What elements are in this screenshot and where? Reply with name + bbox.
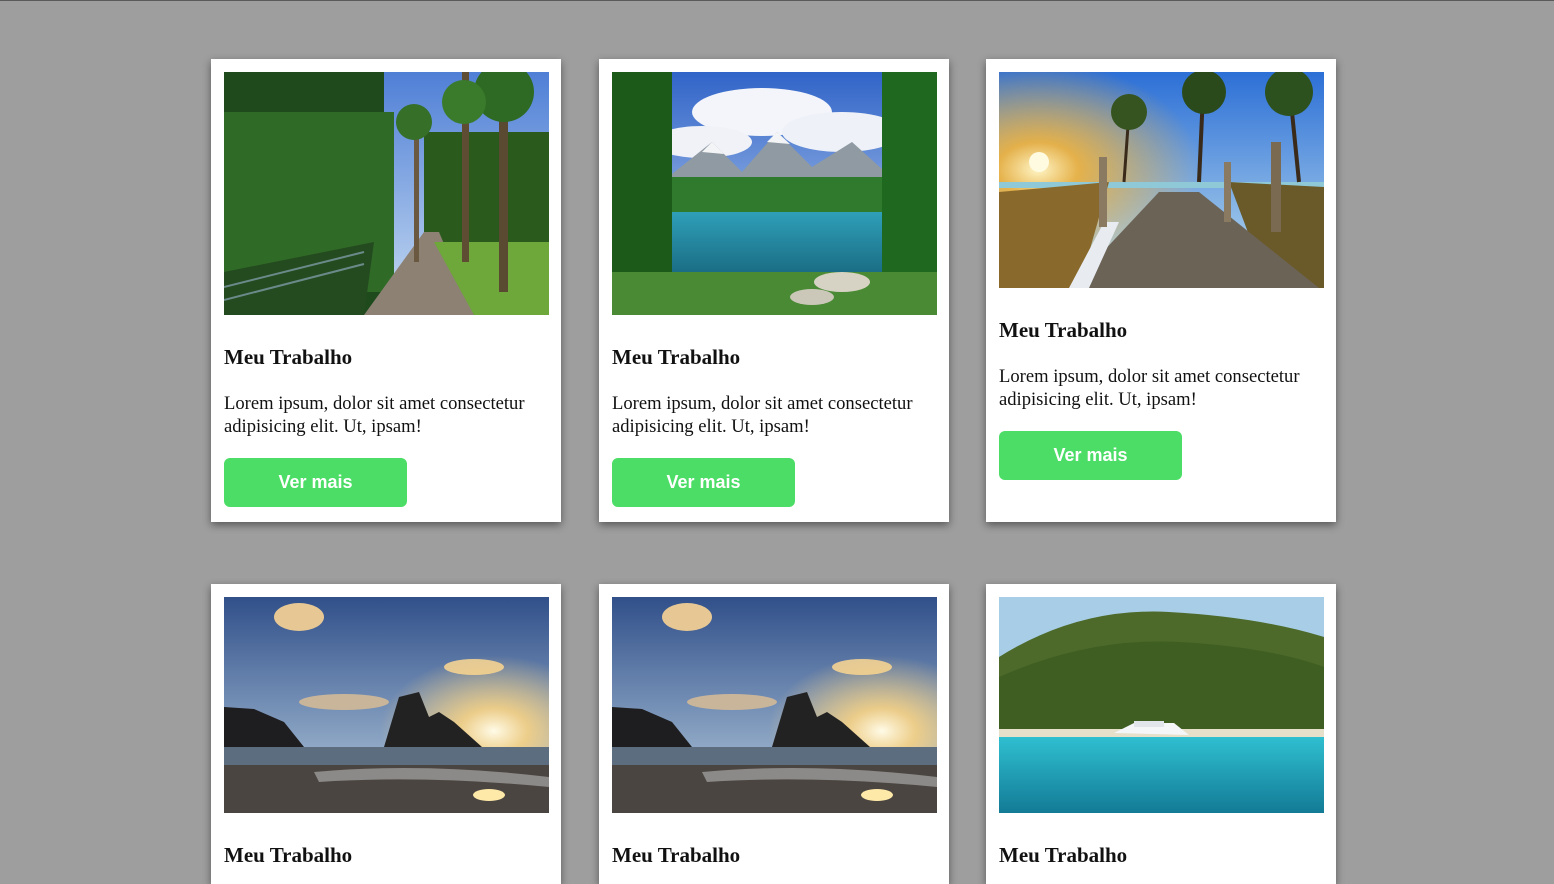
card-title: Meu Trabalho	[612, 843, 741, 867]
work-card: Meu Trabalho	[986, 584, 1336, 884]
work-card: Meu Trabalho	[211, 584, 561, 884]
card-image-beach-boardwalk	[999, 72, 1324, 288]
top-border	[0, 0, 1554, 1]
card-image-beach-rock-sunset	[612, 597, 937, 813]
card-description: Lorem ipsum, dolor sit amet consectetur …	[224, 393, 525, 437]
ver-mais-button[interactable]: Ver mais	[999, 431, 1182, 480]
card-image-beach-rock-sunset	[224, 597, 549, 813]
ver-mais-button[interactable]: Ver mais	[612, 458, 795, 507]
card-description: Lorem ipsum, dolor sit amet consectetur …	[999, 366, 1300, 410]
work-card: Meu Trabalho Lorem ipsum, dolor sit amet…	[986, 59, 1336, 522]
work-card: Meu Trabalho Lorem ipsum, dolor sit amet…	[211, 59, 561, 522]
card-image-tropical-island	[999, 597, 1324, 813]
card-image-palm-path	[224, 72, 549, 315]
ver-mais-button[interactable]: Ver mais	[224, 458, 407, 507]
work-card: Meu Trabalho	[599, 584, 949, 884]
card-title: Meu Trabalho	[999, 843, 1128, 867]
work-card: Meu Trabalho Lorem ipsum, dolor sit amet…	[599, 59, 949, 522]
card-description: Lorem ipsum, dolor sit amet consectetur …	[612, 393, 913, 437]
card-title: Meu Trabalho	[224, 843, 353, 867]
card-image-mountain-lake	[612, 72, 937, 315]
card-title: Meu Trabalho	[999, 318, 1128, 342]
card-title: Meu Trabalho	[224, 345, 353, 369]
card-title: Meu Trabalho	[612, 345, 741, 369]
